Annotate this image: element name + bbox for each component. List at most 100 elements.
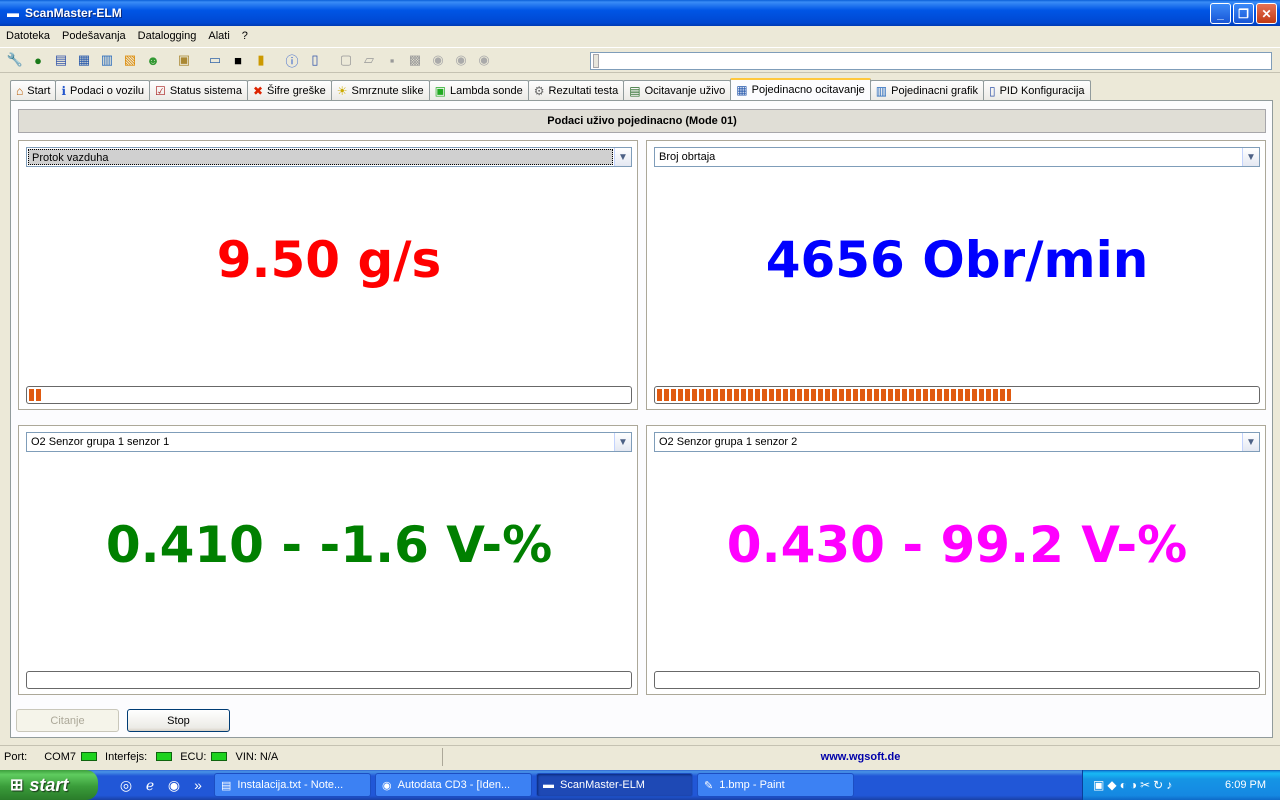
color-chart-icon[interactable]: ▧ bbox=[119, 49, 141, 71]
menu-podesavanja[interactable]: Podešavanja bbox=[56, 30, 132, 42]
internet-explorer-icon[interactable]: ℯ bbox=[140, 775, 160, 795]
sync-icon[interactable]: ↻ bbox=[1153, 778, 1163, 792]
menu-datalogging[interactable]: Datalogging bbox=[132, 30, 203, 42]
gauge-progress-bar bbox=[26, 386, 632, 404]
pause-icon[interactable]: ◉ bbox=[450, 49, 472, 71]
people-icon[interactable]: ☻ bbox=[142, 49, 164, 71]
wrench-icon[interactable]: 🔧 bbox=[4, 49, 26, 71]
tab-label: Lambda sonde bbox=[449, 84, 523, 97]
port-value: COM7 bbox=[44, 750, 77, 763]
taskbar: ⊞ start ◎ ℯ ◉ » ▤ Instalacija.txt - Note.… bbox=[0, 770, 1280, 800]
config-icon: ▯ bbox=[988, 83, 996, 98]
pid-select-4[interactable]: O2 Senzor grupa 1 senzor 2 ▼ bbox=[654, 432, 1260, 452]
freeze-frame-icon: ☀ bbox=[336, 83, 348, 98]
gauge-value: 0.410 - -1.6 V-% bbox=[105, 516, 553, 574]
security-icon[interactable]: ◆ bbox=[1107, 778, 1116, 792]
maximize-button[interactable]: ❐ bbox=[1233, 3, 1254, 24]
tab-pid-konfiguracija[interactable]: ▯ PID Konfiguracija bbox=[982, 80, 1091, 100]
info-icon: ℹ bbox=[61, 83, 67, 98]
chevron-down-icon[interactable]: ▼ bbox=[1242, 148, 1259, 166]
toolbar-progress-track[interactable] bbox=[590, 52, 1272, 70]
gauge-panel-2: Broj obrtaja ▼ 4656 Obr/min bbox=[646, 140, 1266, 410]
chevron-right-icon[interactable]: » bbox=[188, 775, 208, 795]
new-file-icon[interactable]: ▢ bbox=[335, 49, 357, 71]
task-autodata[interactable]: ◉ Autodata CD3 - [Iden... bbox=[375, 773, 532, 797]
menu-help[interactable]: ? bbox=[236, 30, 254, 42]
window-title: ScanMaster-ELM bbox=[25, 6, 122, 20]
website-link[interactable]: www.wgsoft.de bbox=[442, 748, 1278, 766]
tab-smrznute-slike[interactable]: ☀ Smrznute slike bbox=[330, 80, 430, 100]
globe-icon[interactable]: ● bbox=[27, 49, 49, 71]
minimize-button[interactable]: _ bbox=[1210, 3, 1231, 24]
task-label: 1.bmp - Paint bbox=[719, 779, 785, 791]
grid-icon[interactable]: ▦ bbox=[73, 49, 95, 71]
task-paint[interactable]: ✎ 1.bmp - Paint bbox=[697, 773, 854, 797]
start-button[interactable]: ⊞ start bbox=[0, 770, 98, 800]
gauge-panel-3: O2 Senzor grupa 1 senzor 1 ▼ 0.410 - -1.… bbox=[18, 425, 638, 695]
progress-slider-knob[interactable] bbox=[593, 54, 599, 68]
paint-icon: ✎ bbox=[704, 779, 714, 792]
book-icon[interactable]: ▯ bbox=[304, 49, 326, 71]
stop-icon[interactable]: ◉ bbox=[473, 49, 495, 71]
tab-sifre-greske[interactable]: ✖ Šifre greške bbox=[246, 80, 332, 100]
gauge-progress-bar bbox=[654, 386, 1260, 404]
tab-ocitavanje-uzivo[interactable]: ▤ Ocitavanje uživo bbox=[623, 80, 732, 100]
volume-icon[interactable]: ♪ bbox=[1166, 778, 1172, 792]
monitor-icon[interactable]: ▭ bbox=[204, 49, 226, 71]
desktop-icon[interactable]: ◎ bbox=[116, 775, 136, 795]
print-icon[interactable]: ▩ bbox=[404, 49, 426, 71]
chart-icon[interactable]: ▥ bbox=[96, 49, 118, 71]
menu-alati[interactable]: Alati bbox=[202, 30, 235, 42]
chevron-down-icon[interactable]: ▼ bbox=[1242, 433, 1259, 451]
tab-pojedinacno-ocitavanje[interactable]: ▦ Pojedinacno ocitavanje bbox=[730, 78, 871, 100]
port-status: Port: COM7 bbox=[0, 751, 101, 763]
tab-status-sistema[interactable]: ☑ Status sistema bbox=[149, 80, 248, 100]
tab-label: Status sistema bbox=[169, 84, 242, 97]
network-icon[interactable]: ▣ bbox=[1093, 778, 1104, 792]
scanmaster-icon: ▬ bbox=[543, 779, 554, 791]
gauge-progress-bar bbox=[654, 671, 1260, 689]
start-label: start bbox=[29, 774, 69, 795]
tab-pojedinacni-grafik[interactable]: ▥ Pojedinacni grafik bbox=[869, 80, 984, 100]
info-icon[interactable]: ⓘ bbox=[281, 49, 303, 71]
clipboard-icon[interactable]: ▣ bbox=[173, 49, 195, 71]
task-notepad[interactable]: ▤ Instalacija.txt - Note... bbox=[214, 773, 371, 797]
save-icon[interactable]: ▪ bbox=[381, 49, 403, 71]
tab-lambda-sonde[interactable]: ▣ Lambda sonde bbox=[428, 80, 529, 100]
tab-label: Start bbox=[27, 84, 51, 97]
select-value: O2 Senzor grupa 1 senzor 2 bbox=[659, 436, 798, 448]
gauge-progress-fill bbox=[29, 389, 41, 401]
chrome-icon[interactable]: ◉ bbox=[164, 775, 184, 795]
chat-icon[interactable]: ◐ bbox=[1120, 778, 1127, 792]
tab-start[interactable]: ⌂ Start bbox=[10, 80, 57, 100]
gear-icon: ⚙ bbox=[533, 83, 545, 98]
tab-podaci-o-vozilu[interactable]: ℹ Podaci o vozilu bbox=[55, 80, 151, 100]
tab-rezultati-testa[interactable]: ⚙ Rezultati testa bbox=[527, 80, 625, 100]
battery-icon[interactable]: ▮ bbox=[250, 49, 272, 71]
section-title: Podaci uživo pojedinacno (Mode 01) bbox=[18, 109, 1266, 133]
pid-select-1[interactable]: Protok vazduha ▼ bbox=[26, 147, 632, 167]
tool-icon[interactable]: ✂ bbox=[1140, 778, 1150, 792]
stop-button[interactable]: Stop bbox=[127, 709, 230, 732]
pid-select-3[interactable]: O2 Senzor grupa 1 senzor 1 ▼ bbox=[26, 432, 632, 452]
system-tray: ▣ ◆ ◐ ◑ ✂ ↻ ♪ 6:09 PM bbox=[1082, 770, 1280, 800]
chevron-down-icon[interactable]: ▼ bbox=[614, 433, 631, 451]
notepad-icon: ▤ bbox=[221, 779, 232, 792]
play-icon[interactable]: ◉ bbox=[427, 49, 449, 71]
menu-datoteka[interactable]: Datoteka bbox=[0, 30, 56, 42]
open-file-icon[interactable]: ▱ bbox=[358, 49, 380, 71]
read-button[interactable]: Citanje bbox=[16, 709, 119, 732]
document-icon[interactable]: ▤ bbox=[50, 49, 72, 71]
tab-label: Rezultati testa bbox=[548, 84, 619, 97]
task-scanmaster[interactable]: ▬ ScanMaster-ELM bbox=[536, 773, 693, 797]
task-label: Instalacija.txt - Note... bbox=[237, 779, 344, 791]
home-icon: ⌂ bbox=[16, 83, 24, 98]
update-icon[interactable]: ◑ bbox=[1130, 778, 1137, 792]
chevron-down-icon[interactable]: ▼ bbox=[614, 148, 631, 166]
terminal-icon[interactable]: ■ bbox=[227, 49, 249, 71]
close-button[interactable]: ✕ bbox=[1256, 3, 1277, 24]
list-icon: ▤ bbox=[629, 83, 641, 98]
clock[interactable]: 6:09 PM bbox=[1225, 779, 1266, 791]
tab-label: PID Konfiguracija bbox=[999, 84, 1085, 97]
pid-select-2[interactable]: Broj obrtaja ▼ bbox=[654, 147, 1260, 167]
